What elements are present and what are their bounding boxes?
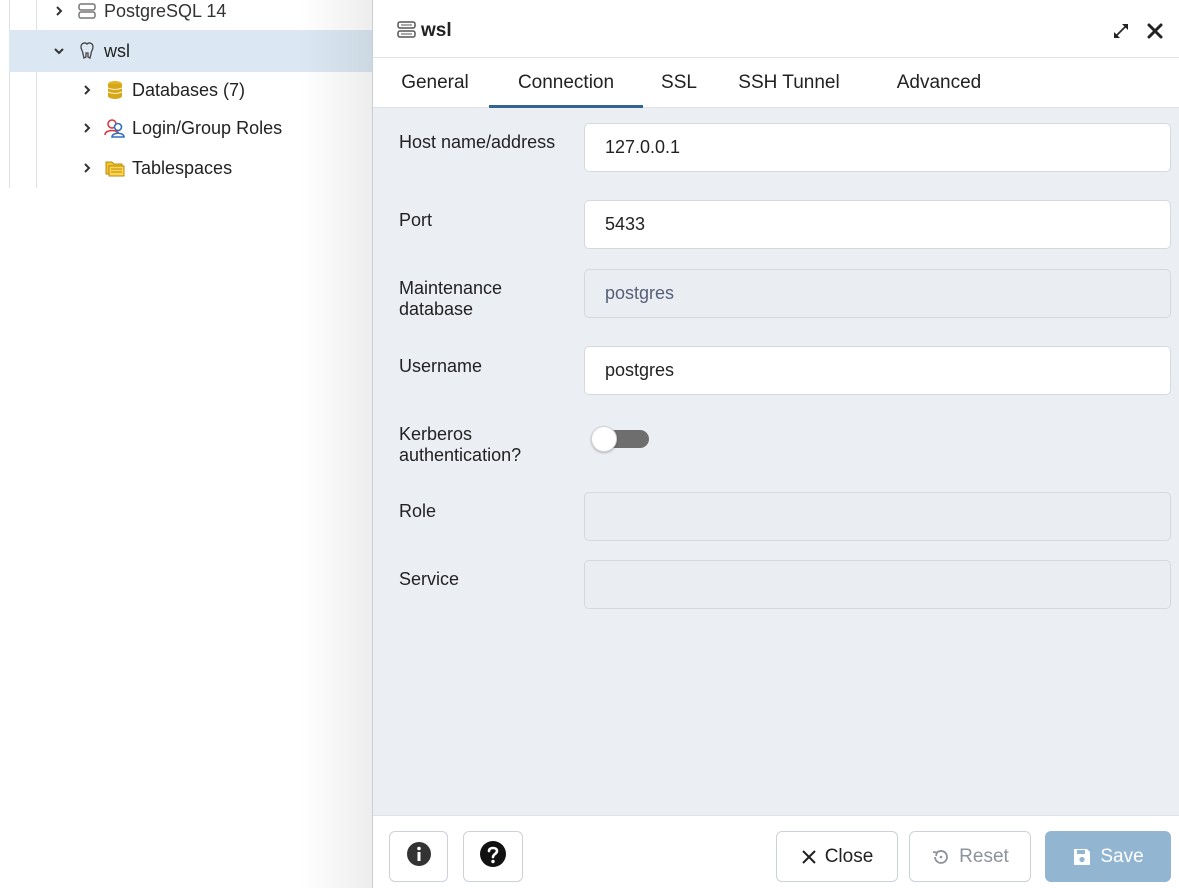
host-input[interactable]: 127.0.0.1 [584,123,1171,172]
tab-ssl[interactable]: SSL [649,58,709,108]
chevron-right-icon[interactable] [80,161,94,175]
close-icon [801,849,817,865]
info-button[interactable] [389,831,448,882]
tree-item-label: Tablespaces [132,157,233,178]
tree-item-databases[interactable]: Databases (7) [80,71,245,109]
object-explorer-tree: PostgreSQL 14 wsl Databases (7) Login/Gr… [0,0,372,888]
server-icon [397,21,419,41]
service-input[interactable] [584,560,1171,609]
chevron-down-icon[interactable] [52,44,66,58]
server-icon [76,1,98,21]
port-label: Port [399,210,433,230]
dialog-title: wsl [421,20,452,41]
dialog-footer: Close Reset Save [373,815,1179,888]
help-button[interactable] [463,831,523,882]
kerberos-label: Kerberos authentication? [399,424,522,465]
tree-guide-line [36,0,37,188]
tree-item-label: Databases (7) [132,79,246,100]
reset-button-label: Reset [959,845,1009,867]
server-properties-dialog: wsl General Connection SSL SSH Tunnel Ad… [372,0,1179,888]
username-input[interactable]: postgres [584,346,1171,395]
kerberos-toggle[interactable] [587,424,653,452]
help-icon [479,840,507,874]
maintenance-database-input: postgres [584,269,1171,318]
service-label: Service [399,569,460,589]
dialog-tabs: General Connection SSL SSH Tunnel Advanc… [373,58,1179,108]
tab-advanced[interactable]: Advanced [873,58,1005,108]
role-label: Role [399,501,437,521]
host-label: Host name/address [399,132,556,152]
save-button-label: Save [1100,845,1144,867]
database-icon [104,80,126,100]
chevron-right-icon[interactable] [80,83,94,97]
save-button[interactable]: Save [1045,831,1171,882]
tab-general[interactable]: General [381,58,489,108]
port-input[interactable]: 5433 [584,200,1171,249]
dialog-header[interactable]: wsl [373,0,1179,58]
tree-item-tablespaces[interactable]: Tablespaces [80,149,232,187]
tree-item-label: PostgreSQL 14 [104,0,227,21]
reset-icon [931,847,951,867]
panel-shadow [300,0,372,888]
tab-ssh-tunnel[interactable]: SSH Tunnel [719,58,859,108]
close-button-label: Close [824,845,874,867]
username-label: Username [399,356,483,376]
tree-guide-line [9,0,10,188]
chevron-right-icon[interactable] [52,4,66,18]
tab-connection[interactable]: Connection [489,58,643,108]
postgres-elephant-icon [76,41,98,61]
close-icon[interactable] [1143,19,1167,43]
chevron-right-icon[interactable] [80,121,94,135]
reset-button[interactable]: Reset [909,831,1031,882]
close-button[interactable]: Close [776,831,898,882]
login-roles-icon [104,118,126,138]
expand-icon[interactable] [1109,19,1133,43]
tablespaces-icon [104,158,126,178]
info-icon [406,841,432,873]
maintenance-database-label: Maintenance database [399,278,503,319]
tree-item-label: Login/Group Roles [132,117,283,138]
tree-item-login-group-roles[interactable]: Login/Group Roles [80,109,282,147]
tree-item-label: wsl [104,40,130,61]
toggle-knob [591,426,617,452]
role-input[interactable] [584,492,1171,541]
save-icon [1072,847,1092,867]
